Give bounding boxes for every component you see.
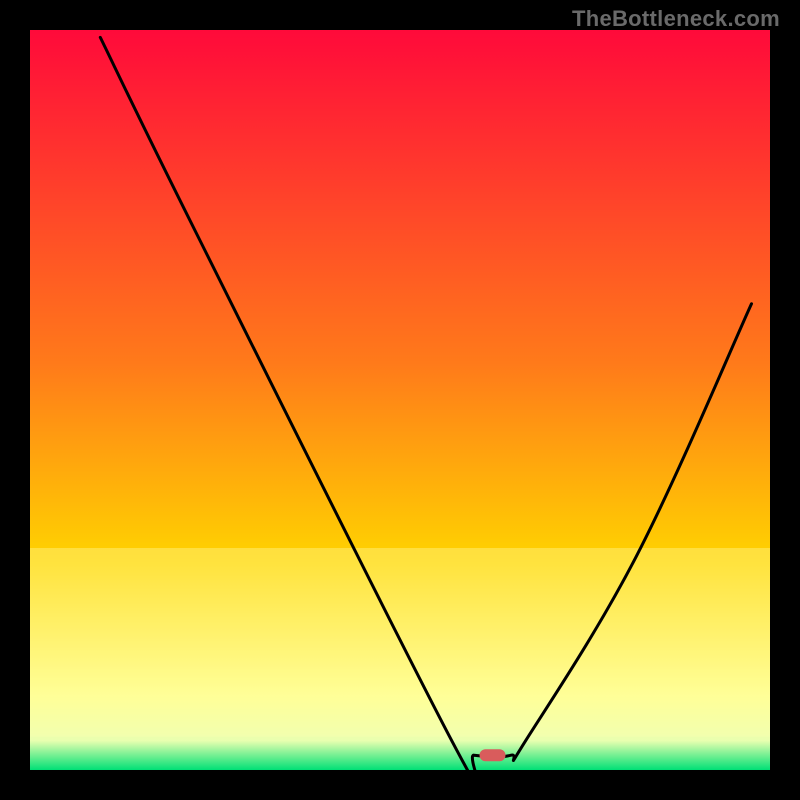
plot-area xyxy=(30,30,770,791)
chart-frame: TheBottleneck.com xyxy=(0,0,800,800)
optimal-marker xyxy=(480,749,506,761)
bottleneck-chart xyxy=(0,0,800,800)
